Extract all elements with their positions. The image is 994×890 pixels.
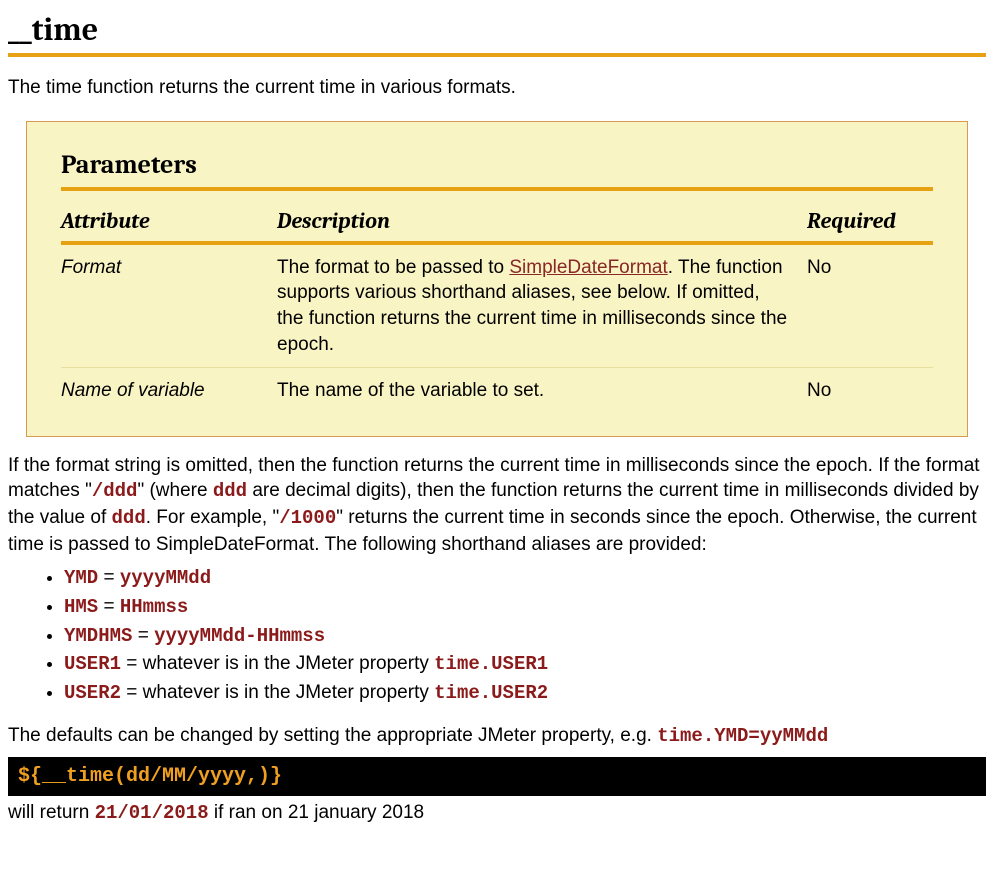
list-item: HMS = HHmmss — [64, 594, 986, 621]
aliases-list: YMD = yyyyMMdd HMS = HHmmss YMDHMS = yyy… — [8, 565, 986, 706]
code-span: ddd — [213, 480, 247, 502]
list-item: YMD = yyyyMMdd — [64, 565, 986, 592]
intro-text: The time function returns the current ti… — [8, 75, 986, 101]
param-attr: Name of variable — [61, 368, 277, 414]
text-span: The defaults can be changed by setting t… — [8, 725, 657, 746]
text-span: . For example, " — [146, 507, 279, 528]
alias-value: yyyyMMdd — [120, 567, 211, 589]
parameters-box: Parameters Attribute Description Require… — [26, 121, 968, 437]
text-span: " (where — [137, 480, 212, 501]
simpledateformat-link[interactable]: SimpleDateFormat — [509, 257, 667, 278]
param-desc: The name of the variable to set. — [277, 368, 807, 414]
page-title: __time — [8, 8, 986, 57]
param-required: No — [807, 243, 933, 368]
example-result: will return 21/01/2018 if ran on 21 janu… — [8, 800, 986, 827]
code-span: time.YMD=yyMMdd — [657, 725, 828, 747]
param-attr: Format — [61, 243, 277, 368]
alias-name: USER2 — [64, 682, 121, 704]
col-required: Required — [807, 207, 933, 243]
defaults-text: The defaults can be changed by setting t… — [8, 723, 986, 750]
alias-name: USER1 — [64, 653, 121, 675]
alias-mid: = whatever is in the JMeter property — [121, 682, 434, 703]
text-span: will return — [8, 802, 95, 823]
result-value: 21/01/2018 — [95, 802, 209, 824]
list-item: USER2 = whatever is in the JMeter proper… — [64, 680, 986, 707]
col-attribute: Attribute — [61, 207, 277, 243]
table-row: Name of variable The name of the variabl… — [61, 368, 933, 414]
param-required: No — [807, 368, 933, 414]
code-span: /ddd — [92, 480, 138, 502]
alias-sep: = — [98, 596, 120, 617]
alias-prop: time.USER2 — [434, 682, 548, 704]
code-span: ddd — [112, 507, 146, 529]
alias-mid: = whatever is in the JMeter property — [121, 653, 434, 674]
example-code-block: ${__time(dd/MM/yyyy,)} — [8, 757, 986, 796]
alias-value: HHmmss — [120, 596, 188, 618]
table-row: Format The format to be passed to Simple… — [61, 243, 933, 368]
alias-prop: time.USER1 — [434, 653, 548, 675]
alias-value: yyyyMMdd-HHmmss — [154, 625, 325, 647]
code-span: /1000 — [279, 507, 336, 529]
list-item: YMDHMS = yyyyMMdd-HHmmss — [64, 623, 986, 650]
table-header-row: Attribute Description Required — [61, 207, 933, 243]
alias-name: YMDHMS — [64, 625, 132, 647]
alias-sep: = — [132, 625, 154, 646]
param-desc: The format to be passed to SimpleDateFor… — [277, 243, 807, 368]
alias-name: YMD — [64, 567, 98, 589]
parameters-heading: Parameters — [61, 148, 933, 191]
col-description: Description — [277, 207, 807, 243]
list-item: USER1 = whatever is in the JMeter proper… — [64, 651, 986, 678]
text-span: if ran on 21 january 2018 — [209, 802, 425, 823]
alias-sep: = — [98, 567, 120, 588]
explanation-text: If the format string is omitted, then th… — [8, 453, 986, 558]
alias-name: HMS — [64, 596, 98, 618]
parameters-table: Attribute Description Required Format Th… — [61, 207, 933, 414]
desc-text: The format to be passed to — [277, 257, 509, 278]
